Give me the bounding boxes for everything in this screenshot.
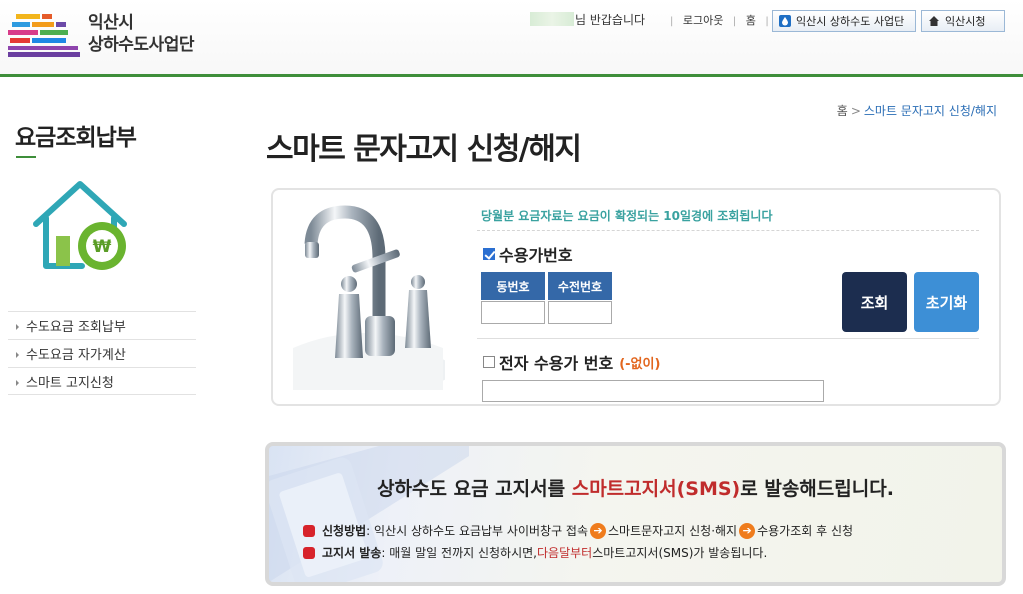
org-name-line1: 익산시 <box>88 13 134 33</box>
sms-banner: 상하수도 요금 고지서를 스마트고지서(SMS)로 발송해드립니다. 신청방법 … <box>265 442 1006 586</box>
delivery-text: : 매월 말일 전까지 신청하시면, <box>381 546 537 560</box>
delivery-row: 고지서 발송 : 매월 말일 전까지 신청하시면, 다음달부터 스마트고지서(S… <box>303 544 767 561</box>
e-customer-option[interactable]: 전자 수용가 번호 (-없이) <box>483 350 660 374</box>
sidebar-item-smart-notice[interactable]: 스마트 고지신청 <box>8 367 196 395</box>
dong-input[interactable] <box>481 301 545 324</box>
site-header: 익산시 상하수도사업단 님 반갑습니다 | 로그아웃 | 홈 | 익산시 상하수… <box>0 0 1023 76</box>
breadcrumb-home[interactable]: 홈 <box>837 104 848 118</box>
user-greeting: 님 반갑습니다 <box>530 11 645 28</box>
apply-method-row: 신청방법 : 익산시 상하수도 요금납부 사이버창구 접속 ➔ 스마트문자고지 … <box>303 522 853 539</box>
house-won-icon: ₩ <box>33 181 127 270</box>
divider <box>477 338 979 339</box>
org-name[interactable]: 익산시 상하수도사업단 <box>88 12 194 56</box>
faucet-image <box>293 205 445 390</box>
delivery-label: 고지서 발송 <box>322 546 382 560</box>
logout-link[interactable]: 로그아웃 <box>683 14 723 27</box>
apply-method-label: 신청방법 <box>322 524 367 538</box>
e-customer-input[interactable] <box>482 380 824 402</box>
e-customer-checkbox[interactable] <box>483 356 495 368</box>
iksan-logo-icon[interactable] <box>6 12 82 62</box>
delivery-highlight: 다음달부터 <box>537 546 593 560</box>
dong-label: 동번호 <box>481 272 545 300</box>
apply-method-step3: 수용가조회 후 신청 <box>757 524 854 538</box>
search-button[interactable]: 조회 <box>842 272 907 332</box>
sidebar-title: 요금조회납부 <box>15 125 137 151</box>
customer-no-label: 수용가번호 <box>499 246 573 265</box>
home-icon <box>929 16 939 26</box>
city-hall-button-label: 익산시청 <box>945 15 986 28</box>
water-dept-button[interactable]: 익산시 상하수도 사업단 <box>772 10 916 32</box>
org-name-line2: 상하수도사업단 <box>88 35 194 55</box>
top-links: | 로그아웃 | 홈 | <box>664 12 775 28</box>
breadcrumb: 홈 > 스마트 문자고지 신청/해지 <box>837 102 997 119</box>
reset-button[interactable]: 초기화 <box>914 272 979 332</box>
meter-label: 수전번호 <box>548 272 612 300</box>
page-title: 스마트 문자고지 신청/해지 <box>266 132 582 167</box>
header-divider <box>0 74 1023 77</box>
divider <box>477 230 979 231</box>
user-name-redacted <box>530 12 574 26</box>
arrow-right-icon: ➔ <box>739 522 756 539</box>
breadcrumb-current[interactable]: 스마트 문자고지 신청/해지 <box>864 104 997 118</box>
sidebar-item-bill-inquiry[interactable]: 수도요금 조회납부 <box>8 311 196 339</box>
phone-illustration <box>269 446 469 582</box>
sidebar-menu: 수도요금 조회납부 수도요금 자가계산 스마트 고지신청 <box>8 311 196 395</box>
home-link[interactable]: 홈 <box>746 14 756 27</box>
customer-search-panel: 당월분 요금자료는 요금이 확정되는 10일경에 조회됩니다 수용가번호 동번호… <box>271 188 1001 406</box>
banner-headline-pre: 상하수도 요금 고지서를 <box>377 478 572 500</box>
e-customer-label: 전자 수용가 번호 <box>499 354 614 373</box>
divider: | <box>765 16 769 27</box>
water-drop-icon <box>779 15 791 27</box>
meter-input[interactable] <box>548 301 612 324</box>
banner-headline-highlight: 스마트고지서(SMS) <box>571 478 741 500</box>
customer-no-option[interactable]: 수용가번호 <box>483 242 573 266</box>
sidebar-title-underline <box>16 156 36 158</box>
city-hall-button[interactable]: 익산시청 <box>921 10 1005 32</box>
e-customer-note: (-없이) <box>619 356 661 372</box>
divider: | <box>670 16 674 27</box>
water-dept-button-label: 익산시 상하수도 사업단 <box>796 15 905 28</box>
red-bullet-icon <box>303 524 315 537</box>
delivery-text-post: 스마트고지서(SMS)가 발송됩니다. <box>592 546 768 560</box>
banner-headline: 상하수도 요금 고지서를 스마트고지서(SMS)로 발송해드립니다. <box>269 474 1002 501</box>
arrow-right-icon: ➔ <box>590 522 607 539</box>
red-bullet-icon <box>303 546 315 559</box>
customer-no-checkbox[interactable] <box>483 248 495 260</box>
apply-method-step2: 스마트문자고지 신청·해지 <box>608 524 738 538</box>
banner-headline-post: 로 발송해드립니다. <box>740 478 894 500</box>
divider: | <box>732 16 737 27</box>
apply-method-text: : 익산시 상하수도 요금납부 사이버창구 접속 <box>366 524 589 538</box>
breadcrumb-arrow: > <box>850 104 861 118</box>
svg-text:₩: ₩ <box>93 237 112 257</box>
notice-text: 당월분 요금자료는 요금이 확정되는 10일경에 조회됩니다 <box>481 209 773 223</box>
sidebar-item-self-calculation[interactable]: 수도요금 자가계산 <box>8 339 196 367</box>
greeting-text: 님 반갑습니다 <box>575 13 646 27</box>
